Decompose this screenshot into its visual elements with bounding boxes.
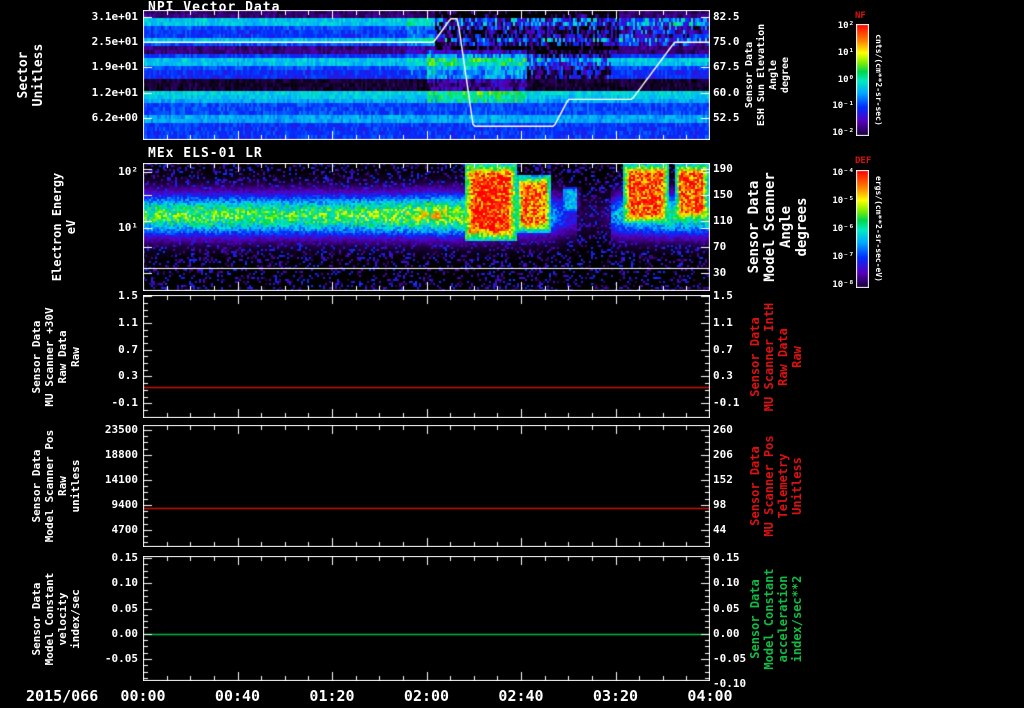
x-tick-label-4: 02:40 xyxy=(498,687,544,705)
nf-colorbar-title: NF xyxy=(855,11,866,21)
nf-colorbar-tick-2: 10⁰ xyxy=(837,74,854,85)
panel3-right-axis-label: Sensor Data MU Scanner IntH Raw Data Raw xyxy=(748,302,804,411)
panel1-left-tick-0: 3.1e+01 xyxy=(91,10,138,24)
panel2-right-tick-3: 70 xyxy=(713,240,727,254)
panel1-right-tick-4: 52.5 xyxy=(713,110,740,124)
panel2-title: MEx ELS-01 LR xyxy=(148,146,263,161)
panel4-right-tick-0: 260 xyxy=(713,422,733,436)
nf-colorbar-tick-1: 10¹ xyxy=(837,47,854,58)
panel5-right-axis-label: Sensor Data Model Constant acceleration ind… xyxy=(748,567,804,670)
panel1-right-tick-3: 60.0 xyxy=(713,85,740,99)
def-colorbar-tick-0: 10⁻⁴ xyxy=(832,167,854,178)
panel-mu_raw-plot xyxy=(143,295,710,418)
panel3-right-tick-0: 1.5 xyxy=(713,289,733,303)
panel1-right-tick-2: 67.5 xyxy=(713,60,740,74)
panel4-left-axis-label: Sensor Data Model Scanner Pos Raw unitless xyxy=(30,429,82,543)
panel3-right-tick-2: 0.7 xyxy=(713,342,733,356)
panel4-right-tick-4: 44 xyxy=(713,522,727,536)
panel1-right-tick-1: 75.0 xyxy=(713,35,740,49)
panel3-right-tick-3: 0.3 xyxy=(713,369,733,383)
def-colorbar-unit-label: ergs/(cm**2-sr-sec-eV) xyxy=(874,176,883,282)
panel4-right-tick-3: 98 xyxy=(713,497,727,511)
x-tick-label-5: 03:20 xyxy=(592,687,639,705)
panel5-right-tick-4: -0.05 xyxy=(713,652,747,665)
def-colorbar-tick-2: 10⁻⁶ xyxy=(832,223,854,234)
nf-colorbar xyxy=(856,24,869,136)
panel3-left-axis-label: Sensor Data MU Scanner +30V Raw Data Raw xyxy=(30,306,82,407)
def-colorbar-tick-1: 10⁻⁵ xyxy=(832,195,854,206)
panel1-left-axis-label: Sector Unitless xyxy=(16,43,46,107)
panel1-right-tick-0: 82.5 xyxy=(713,10,740,24)
nf-colorbar-unit-label: cnts/(cm**2-sr-sec) xyxy=(874,34,883,126)
panel4-right-tick-2: 152 xyxy=(713,472,733,486)
panel-npi-plot xyxy=(143,10,710,140)
panel3-right-tick-4: -0.1 xyxy=(713,396,740,410)
panel2-right-tick-4: 30 xyxy=(713,266,727,280)
panel4-right-axis-label: Sensor Data MU Scanner Pos Telemetry Unitle… xyxy=(748,435,804,537)
panel1-left-tick-2: 1.9e+01 xyxy=(91,60,138,74)
panel5-right-tick-3: 0.00 xyxy=(713,626,740,640)
x-tick-label-6: 04:00 xyxy=(687,687,733,705)
nf-colorbar-tick-3: 10⁻¹ xyxy=(832,101,854,112)
def-colorbar-tick-4: 10⁻⁸ xyxy=(832,279,854,290)
panel5-right-tick-0: 0.15 xyxy=(713,551,740,564)
panel-scanner_pos-plot xyxy=(143,425,710,547)
panel1-left-tick-1: 2.5e+01 xyxy=(91,35,138,49)
x-tick-label-3: 02:00 xyxy=(403,687,450,705)
nf-colorbar-tick-0: 10² xyxy=(837,21,854,32)
panel2-right-tick-2: 110 xyxy=(713,214,733,228)
x-tick-label-1: 00:40 xyxy=(214,687,261,705)
panel3-right-tick-1: 1.1 xyxy=(713,315,733,329)
panel1-left-tick-3: 1.2e+01 xyxy=(91,85,138,99)
x-axis-date-label: 2015/066 xyxy=(26,687,99,705)
panel4-right-tick-1: 206 xyxy=(713,447,733,461)
panel2-left-axis-label: Electron Energy eV xyxy=(50,172,78,282)
panel-model_const-plot xyxy=(143,556,710,681)
panel2-right-tick-1: 150 xyxy=(713,188,733,202)
panel5-right-tick-1: 0.10 xyxy=(713,576,740,590)
x-tick-label-0: 00:00 xyxy=(120,687,166,705)
nf-colorbar-tick-4: 10⁻² xyxy=(832,127,854,138)
panel-els-plot xyxy=(143,163,710,291)
def-colorbar-tick-3: 10⁻⁷ xyxy=(832,251,854,262)
panel5-right-tick-2: 0.05 xyxy=(713,601,740,615)
panel1-right-axis-label: Sensor Data ESH Sun Elevation Angle degree xyxy=(744,23,791,127)
spectrogram-dashboard: NPI Vector Data MEx ELS-01 LR 2015/066 3… xyxy=(0,0,1024,708)
panel1-left-tick-4: 6.2e+00 xyxy=(91,110,138,124)
def-colorbar xyxy=(856,170,869,288)
x-tick-label-2: 01:20 xyxy=(309,687,355,705)
panel5-left-axis-label: Sensor Data Model Constant velocity index/s… xyxy=(30,572,82,665)
panel2-right-axis-label: Sensor Data Model Scanner Angle degrees xyxy=(746,172,810,282)
panel2-right-tick-0: 190 xyxy=(713,162,733,176)
def-colorbar-title: DEF xyxy=(855,156,872,166)
